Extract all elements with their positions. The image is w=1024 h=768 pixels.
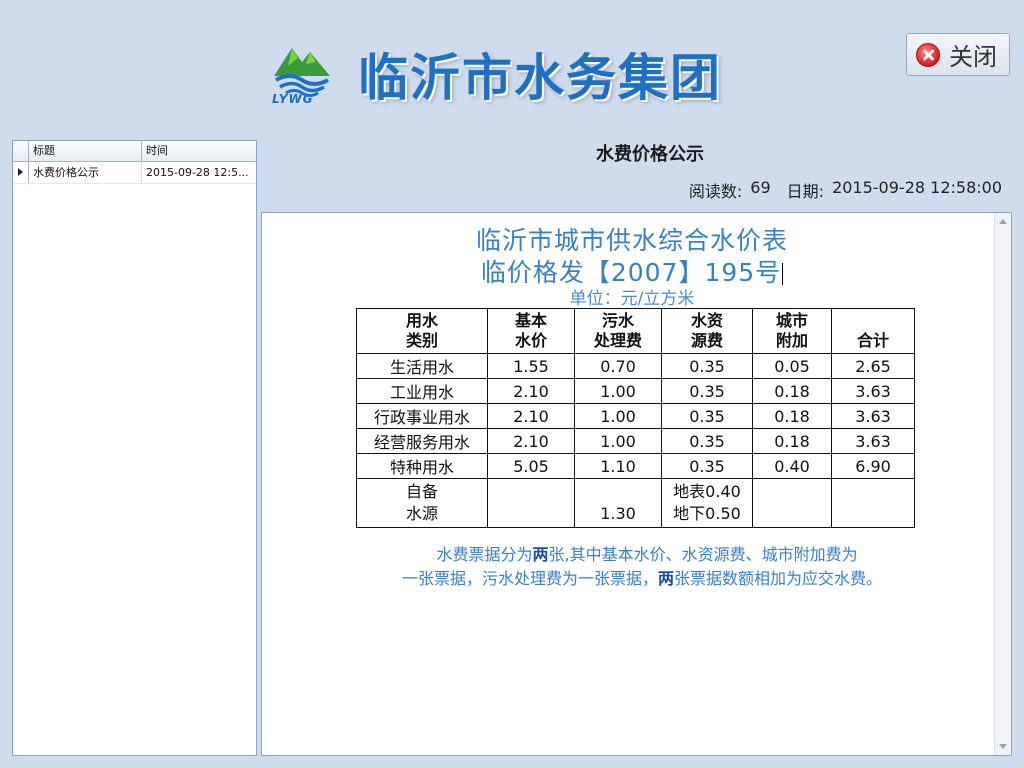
table-row: 特种用水 5.05 1.10 0.35 0.40 6.90 xyxy=(356,453,915,479)
vertical-scrollbar[interactable] xyxy=(994,213,1011,755)
list-header: 标题 时间 xyxy=(13,141,256,162)
brand-title: 临沂市水务集团 xyxy=(358,49,722,107)
cell: 自备 水源 xyxy=(356,478,488,528)
content-pane[interactable]: 临沂市城市供水综合水价表 临价格发【2007】195号 单位：元/立方米 用水类… xyxy=(261,212,1012,756)
cell: 3.63 xyxy=(831,428,915,454)
date-label: 日期: xyxy=(786,182,825,201)
cell: 0.35 xyxy=(661,378,753,404)
table-row: 行政事业用水 2.10 1.00 0.35 0.18 3.63 xyxy=(356,403,915,429)
doc-subtitle-text: 临价格发【2007】195号 xyxy=(480,258,782,287)
cell: 2.10 xyxy=(487,378,575,404)
close-button-label: 关闭 xyxy=(949,43,997,71)
note-line-1: 水费票据分为两张,其中基本水价、水资源费、城市附加费为 xyxy=(436,545,858,564)
table-header-row: 用水 类别 基本 水价 污水 处理费 水资 源费 城市 附加 合计 xyxy=(356,308,915,354)
scroll-down-icon[interactable] xyxy=(999,744,1007,749)
cell: 0.35 xyxy=(661,453,753,479)
cell: 1.00 xyxy=(574,428,662,454)
header-basic-price: 基本 水价 xyxy=(487,308,575,354)
cell: 行政事业用水 xyxy=(356,403,488,429)
logo-text: LYWG xyxy=(272,92,314,106)
table-row: 生活用水 1.55 0.70 0.35 0.05 2.65 xyxy=(356,353,915,379)
cell: 1.10 xyxy=(574,453,662,479)
cell: 2.10 xyxy=(487,428,575,454)
doc-title: 临沂市城市供水综合水价表 xyxy=(475,226,788,255)
row-time[interactable]: 2015-09-28 12:5... xyxy=(142,162,256,183)
cell: 3.63 xyxy=(831,378,915,404)
cell: 6.90 xyxy=(831,453,915,479)
cell: 0.05 xyxy=(752,353,832,379)
read-count: 69 xyxy=(750,178,771,197)
read-count-label: 阅读数: xyxy=(688,182,743,201)
row-pointer-icon xyxy=(18,168,23,176)
cell: 0.35 xyxy=(661,428,753,454)
table-row: 工业用水 2.10 1.00 0.35 0.18 3.63 xyxy=(356,378,915,404)
cell xyxy=(752,478,832,528)
cell: 0.35 xyxy=(661,353,753,379)
header-city-surcharge: 城市 附加 xyxy=(752,308,832,354)
cell: 生活用水 xyxy=(356,353,488,379)
cell: 1.30 xyxy=(574,478,662,528)
cell: 0.18 xyxy=(752,428,832,454)
notice-list: 标题 时间 水费价格公示 2015-09-28 12:5... xyxy=(12,140,257,756)
billing-note: 水费票据分为两张,其中基本水价、水资源费、城市附加费为 一张票据，污水处理费为一… xyxy=(322,543,962,591)
header-sewage: 污水 处理费 xyxy=(574,308,662,354)
cell: 3.63 xyxy=(831,403,915,429)
cell: 经营服务用水 xyxy=(356,428,488,454)
column-header-time[interactable]: 时间 xyxy=(142,141,256,161)
table-row-self-source: 自备 水源 1.30 地表0.40 地下0.50 xyxy=(356,478,915,528)
article-meta: 阅读数: 69 日期: 2015-09-28 12:58:00 xyxy=(689,178,1002,202)
cell: 0.70 xyxy=(574,353,662,379)
cell: 0.40 xyxy=(752,453,832,479)
cell: 5.05 xyxy=(487,453,575,479)
cell: 1.55 xyxy=(487,353,575,379)
water-price-table: 用水 类别 基本 水价 污水 处理费 水资 源费 城市 附加 合计 生活用水 1.55 0… xyxy=(356,308,915,528)
close-button[interactable]: 关闭 xyxy=(906,33,1010,76)
text-caret xyxy=(782,263,784,285)
cell: 工业用水 xyxy=(356,378,488,404)
cell xyxy=(831,478,915,528)
close-icon xyxy=(916,42,940,67)
column-header-title[interactable]: 标题 xyxy=(29,141,142,161)
list-row[interactable]: 水费价格公示 2015-09-28 12:5... xyxy=(13,162,256,184)
note-line-2: 一张票据，污水处理费为一张票据，两张票据数额相加为应交水费。 xyxy=(401,569,883,588)
cell: 0.18 xyxy=(752,378,832,404)
cell xyxy=(487,478,575,528)
header-resource-fee: 水资 源费 xyxy=(661,308,753,354)
doc-unit: 单位：元/立方米 xyxy=(569,289,695,309)
publish-date: 2015-09-28 12:58:00 xyxy=(832,178,1002,197)
cell: 地表0.40 地下0.50 xyxy=(661,478,753,528)
cell: 0.18 xyxy=(752,403,832,429)
cell: 1.00 xyxy=(574,403,662,429)
cell: 0.35 xyxy=(661,403,753,429)
table-row: 经营服务用水 2.10 1.00 0.35 0.18 3.63 xyxy=(356,428,915,454)
scroll-up-icon[interactable] xyxy=(999,219,1007,224)
cell: 特种用水 xyxy=(356,453,488,479)
cell: 2.10 xyxy=(487,403,575,429)
cell: 1.00 xyxy=(574,378,662,404)
header-total: 合计 xyxy=(831,308,915,354)
article-title: 水费价格公示 xyxy=(596,144,704,165)
header-category: 用水 类别 xyxy=(356,308,488,354)
row-title[interactable]: 水费价格公示 xyxy=(29,162,142,183)
cell: 2.65 xyxy=(831,353,915,379)
row-selector xyxy=(13,162,29,183)
